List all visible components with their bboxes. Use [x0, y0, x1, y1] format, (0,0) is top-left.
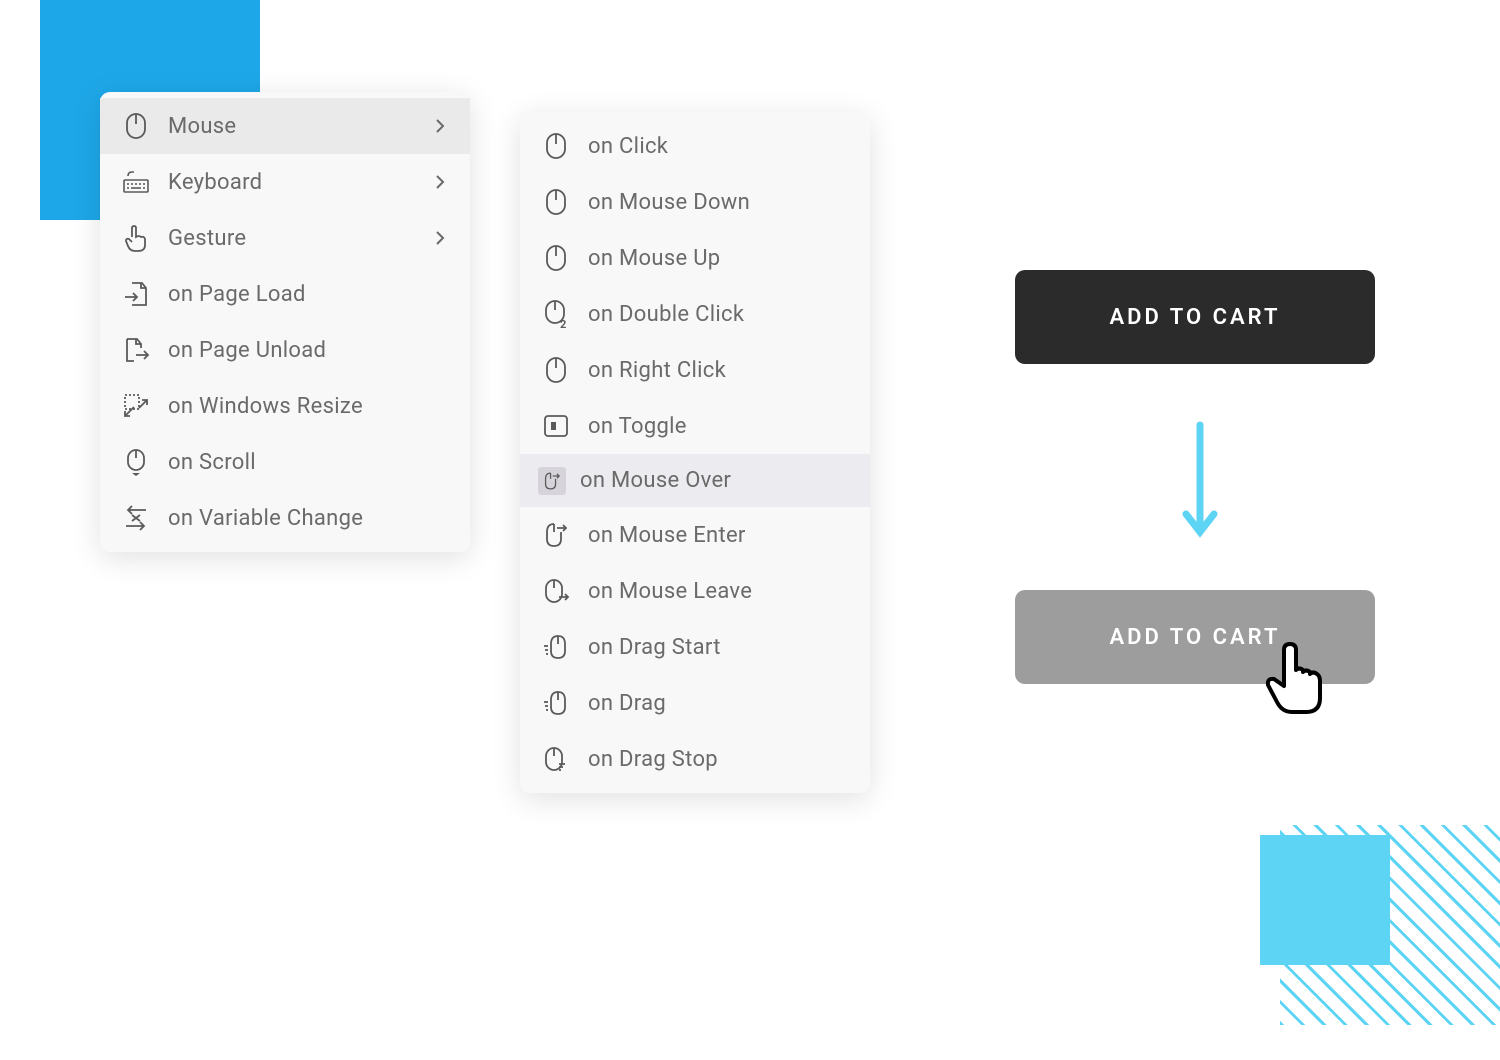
chevron-right-icon	[432, 174, 448, 190]
menu-item-page-unload[interactable]: on Page Unload	[100, 322, 470, 378]
menu-item-window-resize[interactable]: on Windows Resize	[100, 378, 470, 434]
chevron-right-icon	[432, 118, 448, 134]
menu-item-keyboard[interactable]: Keyboard	[100, 154, 470, 210]
submenu-item-toggle[interactable]: on Toggle	[520, 398, 870, 454]
mouse-leave-icon	[542, 577, 570, 605]
submenu-item-label: on Drag	[588, 691, 848, 716]
button-label: ADD TO CART	[1109, 625, 1280, 650]
menu-item-gesture[interactable]: Gesture	[100, 210, 470, 266]
trigger-menu: Mouse Keyboard Gesture	[100, 92, 470, 552]
scroll-icon	[122, 448, 150, 476]
toggle-icon	[542, 412, 570, 440]
submenu-item-label: on Drag Stop	[588, 747, 848, 772]
mouse-double-icon: 2	[542, 300, 570, 328]
submenu-item-mouse-enter[interactable]: on Mouse Enter	[520, 507, 870, 563]
submenu-item-label: on Click	[588, 134, 848, 159]
submenu-item-label: on Drag Start	[588, 635, 848, 660]
submenu-item-label: on Double Click	[588, 302, 848, 327]
drag-start-icon	[542, 633, 570, 661]
submenu-item-mouse-up[interactable]: on Mouse Up	[520, 230, 870, 286]
svg-text:2: 2	[560, 318, 566, 329]
menu-item-scroll[interactable]: on Scroll	[100, 434, 470, 490]
menu-item-page-load[interactable]: on Page Load	[100, 266, 470, 322]
mouse-icon	[542, 132, 570, 160]
chevron-right-icon	[432, 230, 448, 246]
menu-item-mouse[interactable]: Mouse	[100, 98, 470, 154]
mouse-icon	[542, 188, 570, 216]
mouse-enter-icon	[542, 521, 570, 549]
menu-item-label: Mouse	[168, 114, 414, 139]
mouse-icon	[542, 356, 570, 384]
mouse-events-submenu: on Click on Mouse Down on Mouse Up 2 on …	[520, 112, 870, 793]
decorative-hatch-pattern	[1280, 825, 1500, 1025]
menu-item-label: on Page Unload	[168, 338, 448, 363]
menu-item-label: on Scroll	[168, 450, 448, 475]
page-unload-icon	[122, 336, 150, 364]
keyboard-icon	[122, 168, 150, 196]
submenu-item-right-click[interactable]: on Right Click	[520, 342, 870, 398]
submenu-item-label: on Right Click	[588, 358, 848, 383]
pointer-hand-icon	[1262, 640, 1330, 720]
menu-item-label: on Page Load	[168, 282, 448, 307]
menu-item-label: Keyboard	[168, 170, 414, 195]
menu-item-variable-change[interactable]: on Variable Change	[100, 490, 470, 546]
mouse-over-icon	[538, 467, 566, 495]
mouse-icon	[122, 112, 150, 140]
menu-item-label: on Variable Change	[168, 506, 448, 531]
submenu-item-label: on Mouse Up	[588, 246, 848, 271]
submenu-item-drag-start[interactable]: on Drag Start	[520, 619, 870, 675]
menu-item-label: Gesture	[168, 226, 414, 251]
variable-change-icon	[122, 504, 150, 532]
submenu-item-label: on Mouse Over	[580, 468, 848, 493]
submenu-item-mouse-leave[interactable]: on Mouse Leave	[520, 563, 870, 619]
submenu-item-double-click[interactable]: 2 on Double Click	[520, 286, 870, 342]
drag-icon	[542, 689, 570, 717]
gesture-icon	[122, 224, 150, 252]
drag-stop-icon	[542, 745, 570, 773]
submenu-item-label: on Mouse Enter	[588, 523, 848, 548]
submenu-item-label: on Toggle	[588, 414, 848, 439]
menu-item-label: on Windows Resize	[168, 394, 448, 419]
window-resize-icon	[122, 392, 150, 420]
submenu-item-label: on Mouse Leave	[588, 579, 848, 604]
mouse-icon	[542, 244, 570, 272]
add-to-cart-button-default[interactable]: ADD TO CART	[1015, 270, 1375, 364]
submenu-item-drag-stop[interactable]: on Drag Stop	[520, 731, 870, 787]
submenu-item-mouse-over[interactable]: on Mouse Over	[520, 454, 870, 507]
button-label: ADD TO CART	[1109, 305, 1280, 330]
submenu-item-mouse-down[interactable]: on Mouse Down	[520, 174, 870, 230]
submenu-item-drag[interactable]: on Drag	[520, 675, 870, 731]
submenu-item-label: on Mouse Down	[588, 190, 848, 215]
page-load-icon	[122, 280, 150, 308]
arrow-down-icon	[1180, 420, 1220, 540]
submenu-item-click[interactable]: on Click	[520, 118, 870, 174]
